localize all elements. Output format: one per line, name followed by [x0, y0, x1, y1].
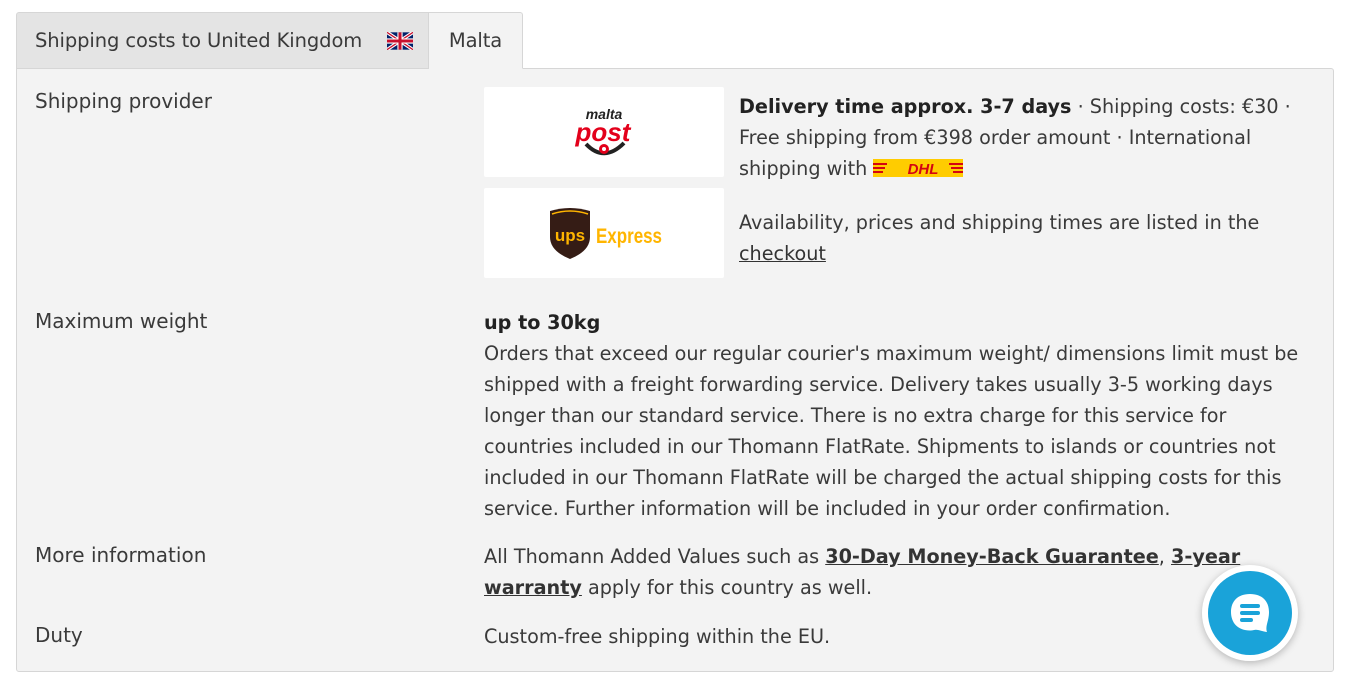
- dhl-logo: DHL: [873, 155, 964, 178]
- uk-flag-icon: [386, 30, 415, 51]
- delivery-time: Delivery time approx. 3-7 days: [739, 95, 1072, 118]
- availability-note: Availability, prices and shipping times …: [739, 207, 1319, 269]
- ups-express-text: Express: [596, 225, 662, 248]
- maximum-weight-label: Maximum weight: [35, 309, 208, 333]
- tab-malta-label: Malta: [448, 29, 503, 52]
- tab-malta[interactable]: Malta: [429, 12, 523, 69]
- tab-shipping-costs-uk[interactable]: Shipping costs to United Kingdom: [16, 12, 429, 68]
- availability-text: Availability, prices and shipping times …: [739, 211, 1260, 234]
- malta-post-logo: malta post: [484, 87, 724, 177]
- freight-forwarding-description: Orders that exceed our regular courier's…: [484, 342, 1299, 520]
- maximum-weight-content: up to 30kg Orders that exceed our regula…: [484, 307, 1314, 524]
- ups-badge-text: ups: [555, 226, 585, 245]
- added-values-text: All Thomann Added Values such as: [484, 545, 826, 568]
- shipping-info-panel: Shipping provider malta post ups Express…: [16, 68, 1334, 672]
- shipping-provider-label: Shipping provider: [35, 89, 212, 113]
- chat-button[interactable]: [1202, 565, 1298, 661]
- delivery-details: Delivery time approx. 3-7 days · Shippin…: [739, 91, 1319, 184]
- dhl-logo-text: DHL: [908, 161, 939, 177]
- maximum-weight-value: up to 30kg: [484, 311, 601, 334]
- tab-bar: Shipping costs to United Kingdom Malta: [16, 12, 1334, 69]
- checkout-link[interactable]: checkout: [739, 242, 826, 265]
- more-information-content: All Thomann Added Values such as 30-Day …: [484, 541, 1244, 603]
- more-information-label: More information: [35, 543, 207, 567]
- chat-bubble-icon: [1208, 571, 1292, 655]
- money-back-guarantee-link[interactable]: 30-Day Money-Back Guarantee: [825, 545, 1159, 568]
- tab-uk-label: Shipping costs to United Kingdom: [35, 29, 363, 52]
- ups-express-logo: ups Express: [484, 188, 724, 278]
- added-values-suffix: apply for this country as well.: [581, 576, 873, 599]
- shipping-costs-widget: Shipping costs to United Kingdom Malta S…: [16, 12, 1334, 672]
- duty-label: Duty: [35, 623, 83, 647]
- duty-value: Custom-free shipping within the EU.: [484, 625, 831, 648]
- added-values-separator: ,: [1158, 545, 1171, 568]
